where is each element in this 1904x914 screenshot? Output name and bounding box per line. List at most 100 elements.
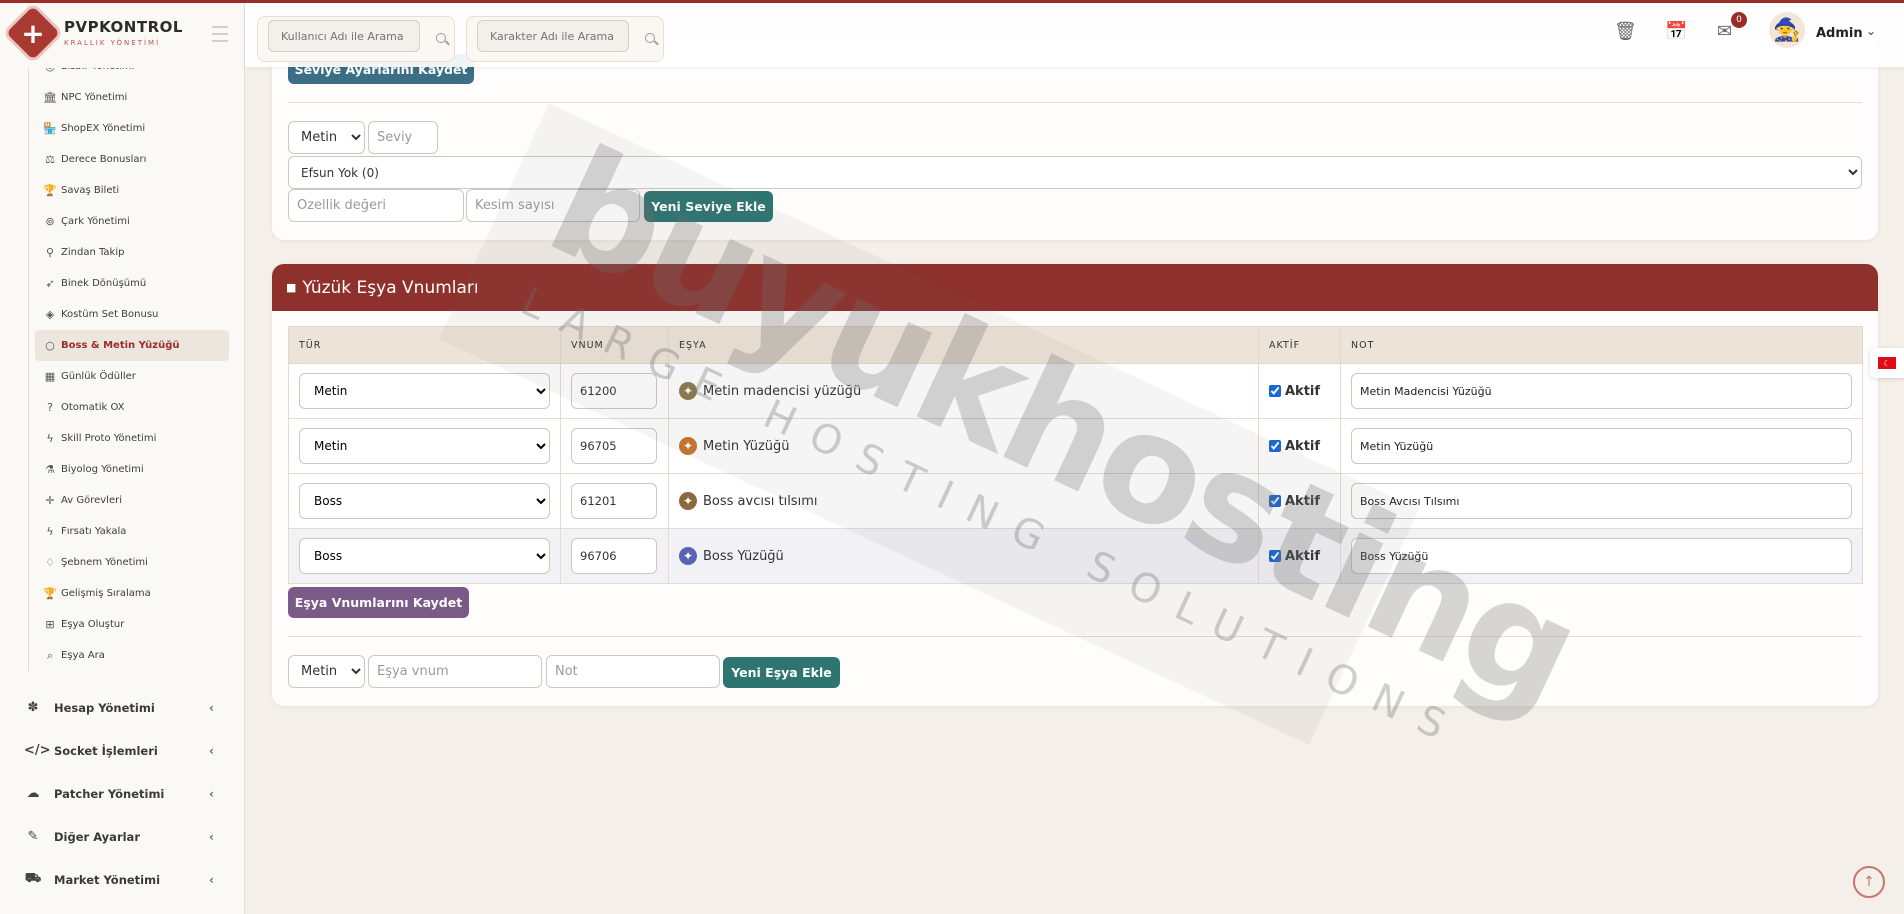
add-level-button[interactable]: Yeni Seviye Ekle xyxy=(644,191,773,222)
table-row: Boss ✦ Boss Yüzüğü Aktif xyxy=(288,528,1863,584)
sidebar-main-item[interactable]: ⛟ Market Yönetimi ‹ xyxy=(0,858,244,901)
add-item-button[interactable]: Yeni Eşya Ekle xyxy=(723,657,840,688)
active-checkbox[interactable] xyxy=(1269,440,1281,452)
character-search-input[interactable] xyxy=(477,20,629,52)
menu-toggle-icon[interactable] xyxy=(212,26,228,42)
vnum-cell xyxy=(560,418,669,474)
search-icon: ⌕ xyxy=(46,648,54,662)
active-checkbox[interactable] xyxy=(1269,550,1281,562)
row-note-input[interactable] xyxy=(1351,428,1852,464)
brand[interactable]: + PVPKONTROL KRALLIK YÖNETİMİ xyxy=(0,0,244,68)
sidebar-item-label: Fırsatı Yakala xyxy=(61,526,127,537)
active-checkbox[interactable] xyxy=(1269,385,1281,397)
item-cell: ✦ Metin madencisi yüzüğü xyxy=(668,363,1259,419)
active-toggle[interactable]: Aktif xyxy=(1269,439,1330,454)
active-toggle[interactable]: Aktif xyxy=(1269,384,1330,399)
search-icon[interactable] xyxy=(645,33,655,43)
divider xyxy=(288,102,1862,103)
sidebar-item[interactable]: ϟ Fırsatı Yakala xyxy=(29,516,229,547)
efsun-select[interactable]: Efsun Yok (0) xyxy=(288,156,1862,189)
sidebar-item[interactable]: 🏆 Savaş Bileti xyxy=(29,175,229,206)
sidebar-main-item[interactable]: ✎ Diğer Ayarlar ‹ xyxy=(0,815,244,858)
bank-icon: 🏛 xyxy=(43,91,57,104)
calendar-icon[interactable]: 📅 xyxy=(1665,21,1687,42)
row-note-input[interactable] xyxy=(1351,538,1852,574)
row-type-select[interactable]: Metin xyxy=(299,373,550,409)
sidebar-item-label: Eşya Ara xyxy=(61,650,105,661)
wheel-icon: ⊚ xyxy=(45,215,55,228)
sidebar-item[interactable]: ? Otomatik OX xyxy=(29,392,229,423)
bolt-icon: ϟ xyxy=(46,525,54,538)
card-title: Yüzük Eşya Vnumları xyxy=(302,277,479,298)
sidebar-main-item[interactable]: ☁ Patcher Yönetimi ‹ xyxy=(0,772,244,815)
trash-icon[interactable]: 🗑 xyxy=(1614,21,1637,42)
sidebar-item[interactable]: ⊚ Çark Yönetimi xyxy=(29,206,229,237)
language-flag-tab[interactable]: ☾ xyxy=(1870,348,1904,378)
brand-subtitle: KRALLIK YÖNETİMİ xyxy=(64,39,161,47)
row-note-input[interactable] xyxy=(1351,373,1852,409)
note-cell xyxy=(1340,528,1863,584)
active-toggle[interactable]: Aktif xyxy=(1269,549,1330,564)
row-type-select[interactable]: Metin xyxy=(299,428,550,464)
avatar[interactable]: 🧙 xyxy=(1769,12,1805,48)
active-label: Aktif xyxy=(1285,383,1321,399)
vnum-cell xyxy=(560,363,669,419)
row-vnum-input[interactable] xyxy=(571,538,657,574)
paw-icon: ✽ xyxy=(27,700,39,715)
sidebar-item[interactable]: 🏆 Gelişmiş Sıralama xyxy=(29,578,229,609)
level-type-select[interactable]: Metin xyxy=(288,121,365,154)
row-vnum-input[interactable] xyxy=(571,373,657,409)
sidebar-item[interactable]: ⚲ Zindan Takip xyxy=(29,237,229,268)
sidebar-item-label: Eşya Oluştur xyxy=(61,619,125,630)
row-type-select[interactable]: Boss xyxy=(299,483,550,519)
sidebar-main-item[interactable]: ✽ Hesap Yönetimi ‹ xyxy=(0,686,244,729)
new-item-type-select[interactable]: Metin xyxy=(288,655,365,688)
inbox-icon[interactable]: ✉ xyxy=(1717,21,1732,42)
row-vnum-input[interactable] xyxy=(571,428,657,464)
sidebar-item[interactable]: 🏛 NPC Yönetimi xyxy=(29,82,229,113)
vnum-cell xyxy=(560,473,669,529)
active-toggle[interactable]: Aktif xyxy=(1269,494,1330,509)
sidebar-item-label: NPC Yönetimi xyxy=(61,92,128,103)
note-cell xyxy=(1340,418,1863,474)
sidebar-item[interactable]: ♢ Şebnem Yönetimi xyxy=(29,547,229,578)
orange-ring-icon: ✦ xyxy=(679,437,697,455)
table-row: Metin ✦ Metin madencisi yüzüğü Aktif xyxy=(288,363,1863,419)
sidebar-item-label: Zindan Takip xyxy=(61,247,125,258)
sidebar-item[interactable]: 🏪 ShopEX Yönetimi xyxy=(29,113,229,144)
row-type-select[interactable]: Boss xyxy=(299,538,550,574)
row-vnum-input[interactable] xyxy=(571,483,657,519)
sidebar-item[interactable]: ⚖ Derece Bonusları xyxy=(29,144,229,175)
item-vnum-input[interactable] xyxy=(368,655,542,688)
sidebar-item[interactable]: ⌕ Eşya Ara xyxy=(29,640,229,671)
ring-icon: ○ xyxy=(45,339,55,352)
sidebar-item[interactable]: ⊞ Eşya Oluştur xyxy=(29,609,229,640)
sidebar-item-label: Binek Dönüşümü xyxy=(61,278,147,289)
search-icon[interactable] xyxy=(436,33,446,43)
chevron-down-icon[interactable]: ⌄ xyxy=(1866,24,1876,38)
blue-ring-icon: ✦ xyxy=(679,547,697,565)
sidebar-item-label: Şebnem Yönetimi xyxy=(61,557,148,568)
kill-count-input[interactable] xyxy=(466,189,640,222)
item-cell: ✦ Metin Yüzüğü xyxy=(668,418,1259,474)
sidebar-item[interactable]: ◈ Kostüm Set Bonusu xyxy=(29,299,229,330)
sidebar-item[interactable]: ▦ Günlük Ödüller xyxy=(29,361,229,392)
sidebar-item[interactable]: ○ Boss & Metin Yüzüğü xyxy=(35,330,229,361)
item-note-input[interactable] xyxy=(546,655,720,688)
admin-name[interactable]: Admin xyxy=(1816,26,1863,41)
scroll-top-button[interactable]: ↑ xyxy=(1853,866,1885,898)
active-checkbox[interactable] xyxy=(1269,495,1281,507)
drop-icon: ♢ xyxy=(45,556,55,569)
sidebar-item[interactable]: ⚗ Biyolog Yönetimi xyxy=(29,454,229,485)
sidebar-item-label: Otomatik OX xyxy=(61,402,125,413)
level-input[interactable] xyxy=(368,121,438,154)
sidebar-main-item[interactable]: </> Socket İşlemleri ‹ xyxy=(0,729,244,772)
sidebar-item[interactable]: ➶ Binek Dönüşümü xyxy=(29,268,229,299)
top-header: 🗑 📅 ✉ xyxy=(245,3,1904,67)
user-search-input[interactable] xyxy=(268,20,420,52)
property-value-input[interactable] xyxy=(288,189,464,222)
save-item-vnums-button[interactable]: Eşya Vnumlarını Kaydet xyxy=(288,587,469,618)
sidebar-item[interactable]: ✛ Av Görevleri xyxy=(29,485,229,516)
sidebar-item[interactable]: ϟ Skill Proto Yönetimi xyxy=(29,423,229,454)
row-note-input[interactable] xyxy=(1351,483,1852,519)
